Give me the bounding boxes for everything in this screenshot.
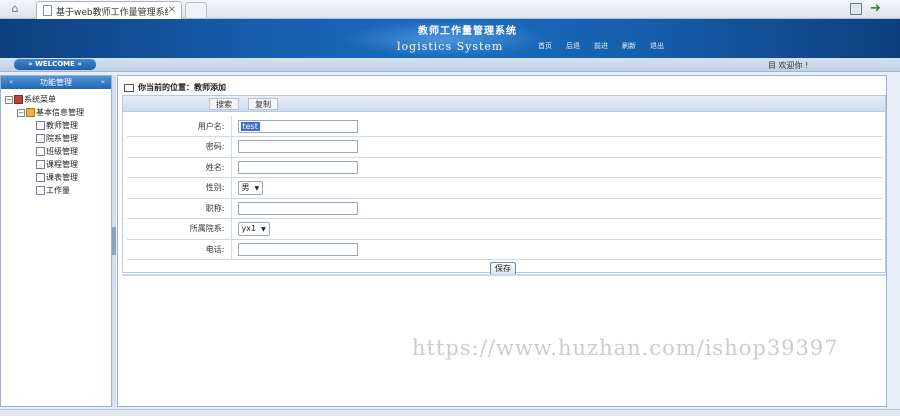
chevron-down-icon: ▼ (261, 225, 266, 233)
form-divider (122, 274, 886, 276)
form-row-title: 职称: (127, 198, 883, 219)
form-toolbar: 搜索 复制 (123, 96, 885, 112)
breadcrumb-icon (124, 83, 134, 92)
username-label: 用户名: (127, 116, 232, 137)
sidebar-item-label: 课表管理 (46, 173, 78, 182)
status-bar (0, 409, 900, 416)
splitter-grip[interactable] (112, 227, 116, 255)
page-icon (36, 121, 45, 130)
department-select[interactable]: yx1 ▼ (237, 221, 270, 236)
sidebar-item-class[interactable]: 班级管理 (5, 145, 111, 158)
nav-refresh-link[interactable]: 刷新 (622, 41, 636, 51)
nav-forward-link[interactable]: 前进 (594, 41, 608, 51)
form-table: 用户名: test 密码: 姓名: 性别: 男 ▼ 职称: 所属院系: yx1 ▼ (127, 116, 883, 260)
nav-home-link[interactable]: 首页 (538, 41, 552, 51)
sidebar-header-left-mark: « (9, 78, 14, 86)
sidebar-item-workload[interactable]: 工作量 (5, 184, 111, 197)
root-icon (14, 95, 23, 104)
title-input[interactable] (237, 201, 358, 215)
browser-tab[interactable]: 基于web教师工作量管理系统 × (36, 1, 182, 19)
folder-icon (26, 108, 35, 117)
page-icon (36, 186, 45, 195)
sidebar-item-schedule[interactable]: 课表管理 (5, 171, 111, 184)
collapse-toggle-icon[interactable]: − (5, 95, 13, 104)
phone-input[interactable] (237, 242, 358, 256)
sidebar-splitter[interactable] (112, 75, 116, 407)
collapse-icon[interactable]: « (101, 76, 105, 89)
sidebar-item-label: 教师管理 (46, 121, 78, 130)
username-input[interactable]: test (237, 119, 358, 133)
password-label: 密码: (127, 136, 232, 158)
sidebar-item-label: 班级管理 (46, 147, 78, 156)
department-label: 所属院系: (127, 218, 232, 240)
sidebar-item-label: 工作量 (46, 186, 70, 195)
header-banner: 教师工作量管理系统 logistics System 首页 后退 前进 刷新 退… (0, 19, 900, 58)
sidebar-item-teacher[interactable]: 教师管理 (5, 119, 111, 132)
sidebar-header: « 功能管理 « (1, 76, 111, 89)
name-label: 姓名: (127, 157, 232, 178)
welcome-bar: » WELCOME « 目 欢迎你 ! (0, 58, 900, 72)
watermark: https://www.huzhan.com/ishop39397 (412, 336, 839, 360)
sidebar-item-course[interactable]: 课程管理 (5, 158, 111, 171)
form-row-department: 所属院系: yx1 ▼ (127, 218, 883, 240)
password-input[interactable] (237, 140, 358, 154)
breadcrumb: 你当前的位置：教师添加 (124, 82, 226, 93)
header-nav: 首页 后退 前进 刷新 退出 (538, 41, 664, 51)
page-icon (36, 147, 45, 156)
form-row-password: 密码: (127, 136, 883, 158)
page-icon (36, 173, 45, 182)
username-value: test (240, 121, 260, 131)
close-tab-icon[interactable]: × (168, 4, 176, 15)
tree-root-label: 系统菜单 (24, 95, 56, 104)
gender-label: 性别: (127, 177, 232, 199)
tree-root[interactable]: − 系统菜单 (5, 93, 111, 106)
search-button[interactable]: 搜索 (209, 98, 239, 110)
form-row-phone: 电话: (127, 239, 883, 260)
tree-group-label: 基本信息管理 (36, 108, 84, 117)
browser-tab-bar: ⌂ 基于web教师工作量管理系统 × ➜ (0, 0, 900, 19)
department-value: yx1 (241, 223, 257, 233)
collapse-toggle-icon[interactable]: − (17, 108, 25, 117)
gender-value: 男 (241, 182, 250, 192)
welcome-badge: » WELCOME « (14, 59, 96, 70)
form-row-gender: 性别: 男 ▼ (127, 177, 883, 199)
system-title-cn: 教师工作量管理系统 (418, 26, 517, 37)
sidebar-title: 功能管理 (40, 78, 72, 87)
teacher-add-form: 搜索 复制 用户名: test 密码: 姓名: 性别: 男 ▼ 职称: 所属院系… (122, 95, 886, 273)
sidebar-item-label: 院系管理 (46, 134, 78, 143)
page-icon (36, 160, 45, 169)
document-icon (43, 5, 52, 16)
gender-select[interactable]: 男 ▼ (237, 180, 264, 195)
new-tab-button[interactable] (185, 2, 207, 18)
home-icon[interactable]: ⌂ (8, 3, 22, 15)
breadcrumb-text: 你当前的位置：教师添加 (138, 83, 226, 92)
welcome-greeting: 目 欢迎你 ! (768, 61, 809, 70)
back-arrow-icon[interactable]: ➜ (870, 1, 881, 16)
title-label: 职称: (127, 198, 232, 219)
tab-title: 基于web教师工作量管理系统 (56, 8, 168, 18)
form-row-username: 用户名: test (127, 116, 883, 137)
copy-button[interactable]: 复制 (248, 98, 278, 110)
sidebar-item-department[interactable]: 院系管理 (5, 132, 111, 145)
phone-label: 电话: (127, 239, 232, 260)
nav-logout-link[interactable]: 退出 (650, 41, 664, 51)
page-icon[interactable] (850, 3, 862, 15)
chevron-down-icon: ▼ (254, 184, 260, 192)
form-row-name: 姓名: (127, 157, 883, 178)
menu-tree: − 系统菜单 − 基本信息管理 教师管理 院系管理 班级管理 课程管理 课表管理 工… (1, 89, 111, 197)
nav-back-link[interactable]: 后退 (566, 41, 580, 51)
name-input[interactable] (237, 160, 358, 174)
system-title-en: logistics System (397, 40, 504, 53)
page-icon (36, 134, 45, 143)
tree-group[interactable]: − 基本信息管理 (5, 106, 111, 119)
sidebar-item-label: 课程管理 (46, 160, 78, 169)
sidebar: « 功能管理 « − 系统菜单 − 基本信息管理 教师管理 院系管理 班级管理 课程… (0, 75, 112, 407)
